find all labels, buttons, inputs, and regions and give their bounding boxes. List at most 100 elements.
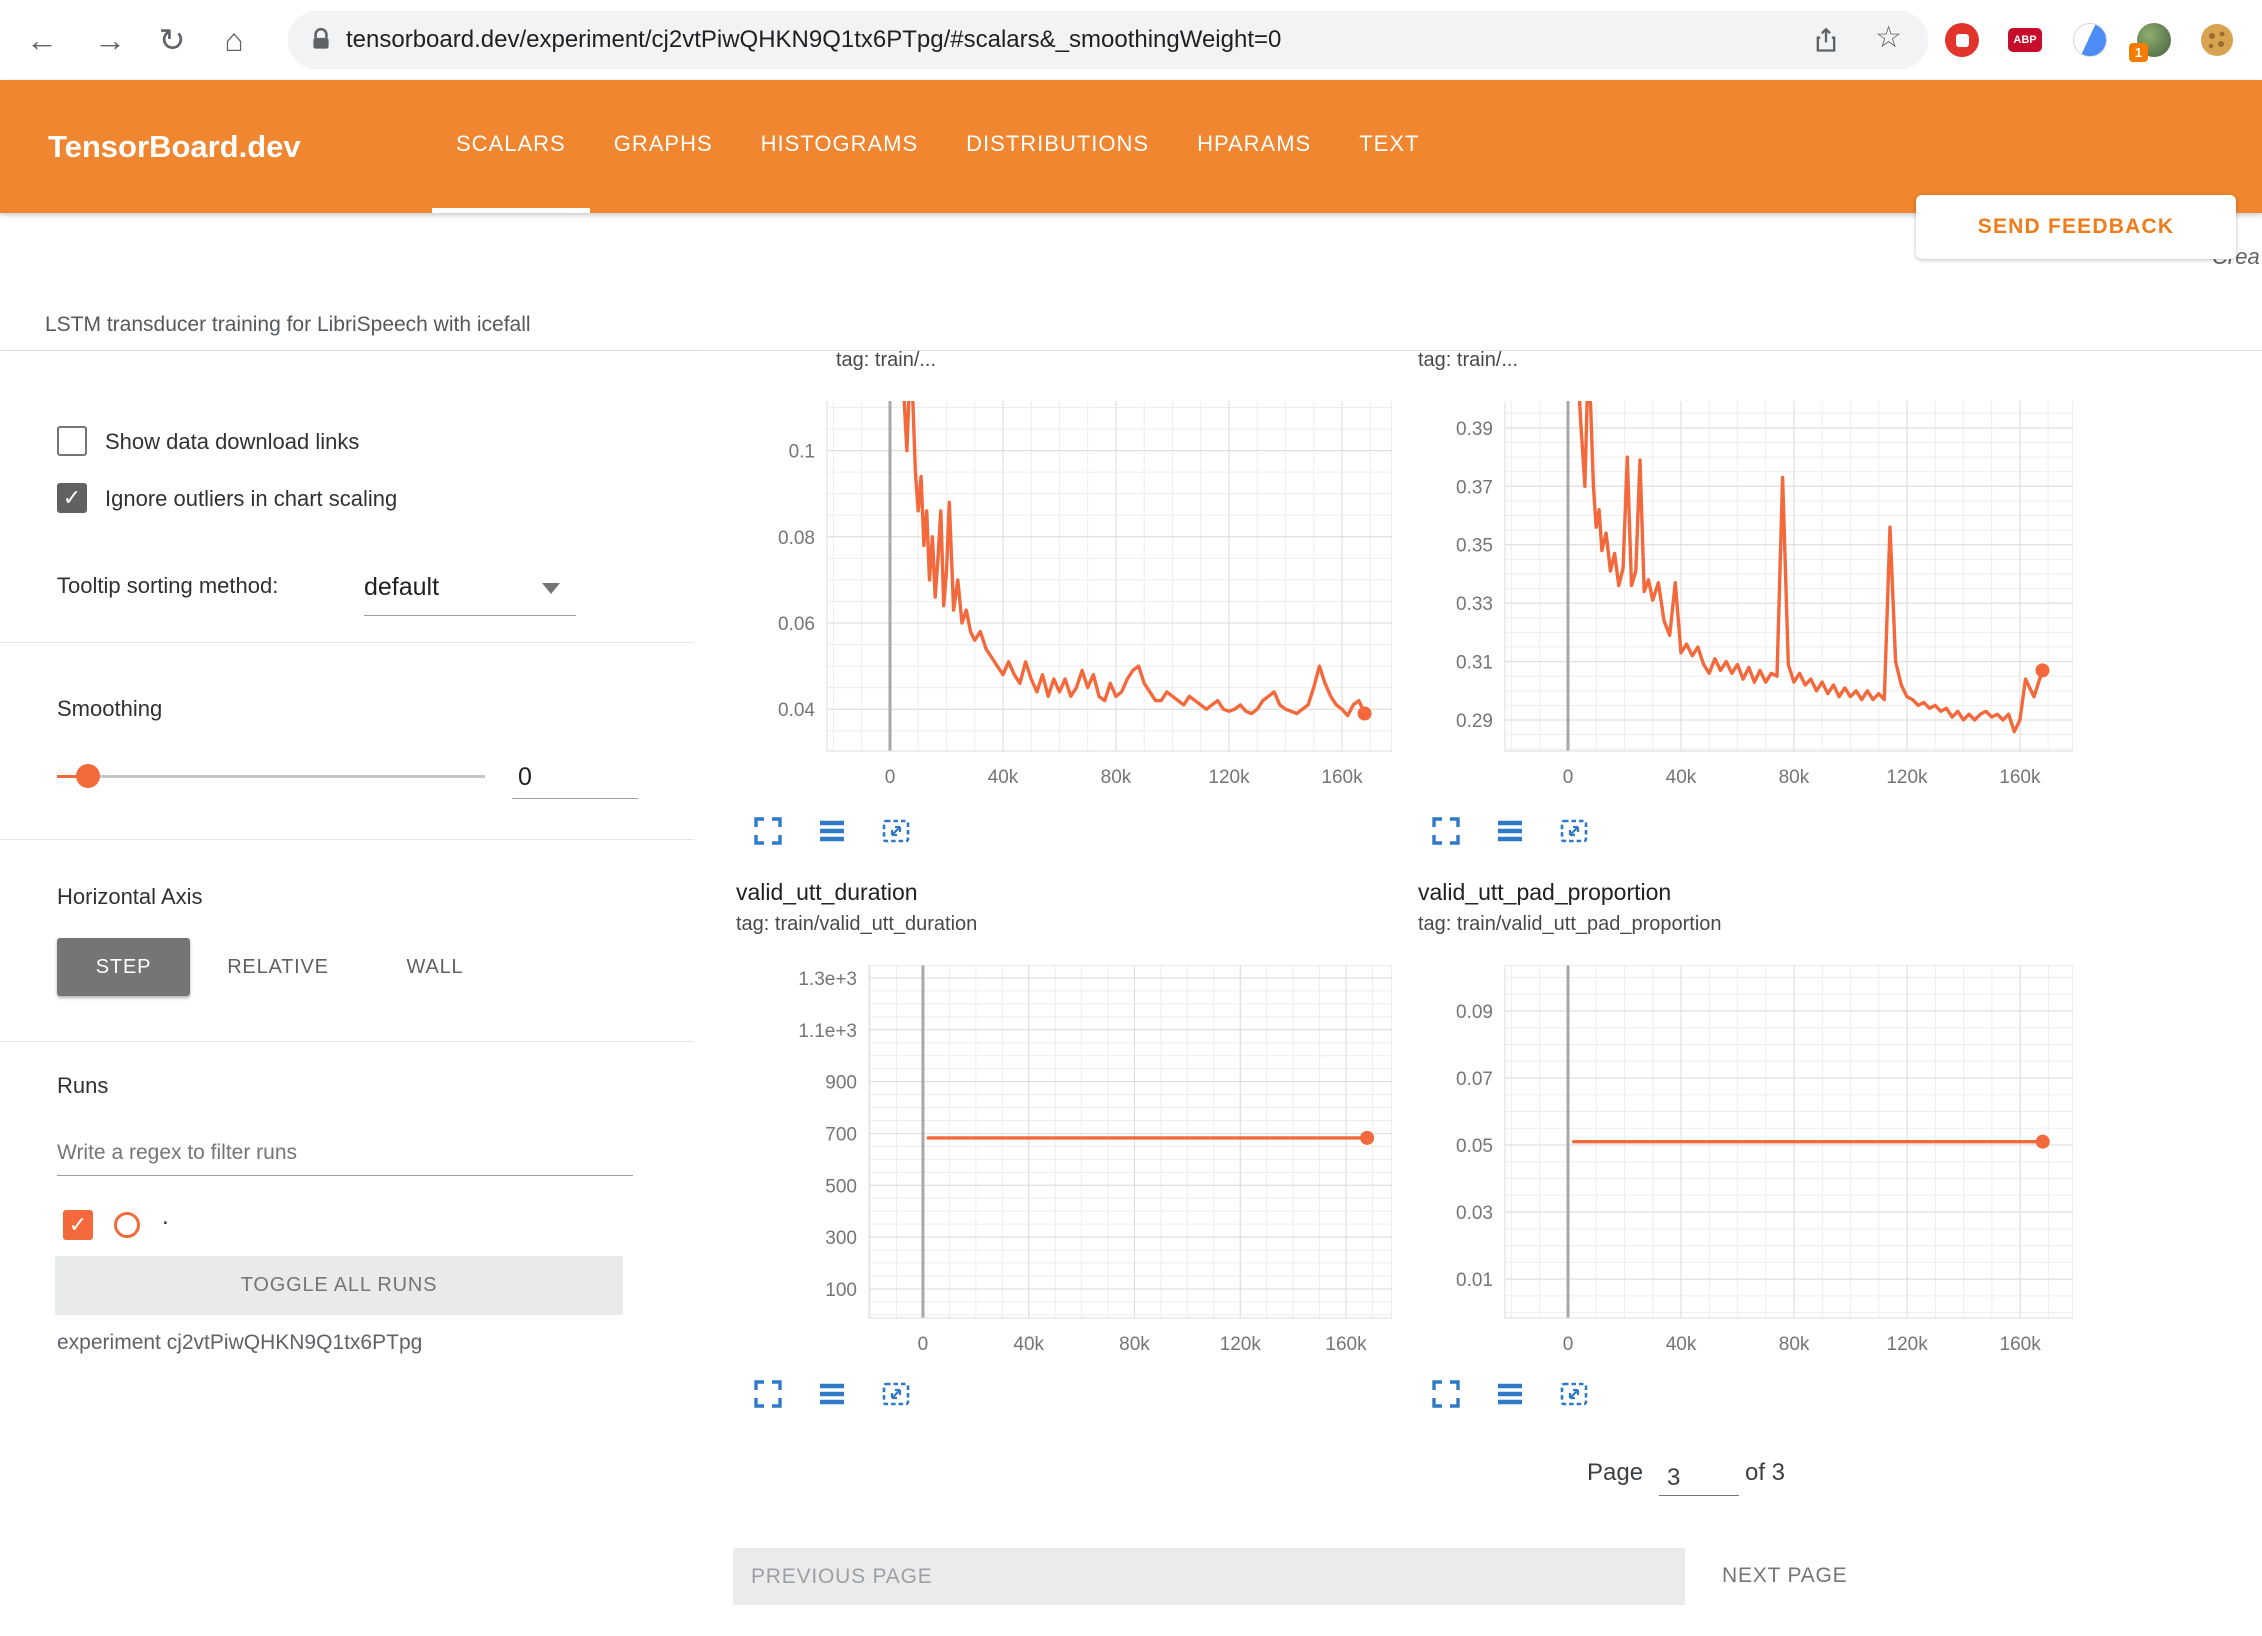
- home-icon[interactable]: ⌂: [208, 0, 260, 80]
- smoothing-slider[interactable]: [57, 775, 485, 778]
- smoothing-value-input[interactable]: [512, 756, 638, 799]
- reload-icon[interactable]: ↻: [146, 0, 198, 80]
- top-nav: SCALARS GRAPHS HISTOGRAMS DISTRIBUTIONS …: [432, 80, 1443, 213]
- tab-graphs[interactable]: GRAPHS: [590, 80, 737, 213]
- chart-toolbar: [1431, 1379, 1589, 1409]
- blue-extension-icon[interactable]: [2073, 23, 2107, 57]
- svg-text:120k: 120k: [1220, 1334, 1262, 1355]
- previous-page-button[interactable]: PREVIOUS PAGE: [733, 1548, 1685, 1605]
- expand-chart-icon[interactable]: [753, 1379, 783, 1409]
- runs-filter-input[interactable]: [57, 1131, 633, 1176]
- svg-text:40k: 40k: [1666, 1334, 1697, 1355]
- svg-text:0.05: 0.05: [1456, 1136, 1493, 1157]
- page-of-label: of 3: [1745, 1459, 1785, 1487]
- svg-text:0.09: 0.09: [1456, 1002, 1493, 1023]
- svg-text:0.29: 0.29: [1456, 711, 1493, 732]
- back-icon[interactable]: ←: [16, 0, 68, 80]
- svg-text:0.01: 0.01: [1456, 1270, 1493, 1291]
- tab-hparams[interactable]: HPARAMS: [1173, 80, 1335, 213]
- avatar[interactable]: 1: [2137, 23, 2171, 57]
- svg-text:700: 700: [825, 1124, 857, 1145]
- adblocker-extension-icon[interactable]: [1945, 23, 1979, 57]
- svg-text:80k: 80k: [1779, 1334, 1810, 1355]
- svg-text:900: 900: [825, 1073, 857, 1094]
- tab-distributions[interactable]: DISTRIBUTIONS: [942, 80, 1173, 213]
- runs-selector-icon[interactable]: [1495, 816, 1525, 846]
- wall-axis-button[interactable]: WALL: [380, 938, 490, 996]
- expand-chart-icon[interactable]: [753, 816, 783, 846]
- toggle-all-runs-button[interactable]: TOGGLE ALL RUNS: [55, 1256, 623, 1315]
- show-download-links-checkbox[interactable]: [57, 426, 87, 456]
- line-chart[interactable]: 040k80k120k160k0.040.060.080.1: [732, 401, 1392, 796]
- svg-text:40k: 40k: [1013, 1334, 1044, 1355]
- abp-extension-icon[interactable]: ABP: [2008, 28, 2042, 52]
- tab-scalars[interactable]: SCALARS: [432, 80, 590, 213]
- runs-selector-icon[interactable]: [817, 1379, 847, 1409]
- browser-chrome: ← → ↻ ⌂ tensorboard.dev/experiment/cj2vt…: [0, 0, 2262, 80]
- fit-domain-icon[interactable]: [881, 1379, 911, 1409]
- experiment-title: LSTM transducer training for LibriSpeech…: [45, 313, 531, 337]
- svg-text:0: 0: [1563, 1334, 1574, 1355]
- runs-selector-icon[interactable]: [1495, 1379, 1525, 1409]
- divider: [0, 642, 694, 643]
- charts-panel: tag: train/... 040k80k120k160k0.040.060.…: [694, 351, 2262, 1636]
- svg-text:160k: 160k: [1999, 767, 2041, 788]
- expand-chart-icon[interactable]: [1431, 1379, 1461, 1409]
- chart-toolbar: [753, 816, 911, 846]
- fit-domain-icon[interactable]: [1559, 1379, 1589, 1409]
- chart-toolbar: [1431, 816, 1589, 846]
- chart-tag: tag: train/valid_utt_pad_proportion: [1418, 913, 1722, 936]
- relative-axis-button[interactable]: RELATIVE: [205, 938, 351, 996]
- tab-histograms[interactable]: HISTOGRAMS: [737, 80, 943, 213]
- app-brand[interactable]: TensorBoard.dev: [48, 80, 301, 213]
- expand-chart-icon[interactable]: [1431, 816, 1461, 846]
- chevron-down-icon: [542, 583, 560, 594]
- svg-text:0: 0: [885, 767, 896, 788]
- svg-text:0.35: 0.35: [1456, 536, 1493, 557]
- runs-label: Runs: [57, 1073, 108, 1099]
- svg-text:0.37: 0.37: [1456, 477, 1493, 498]
- avatar-badge: 1: [2129, 43, 2148, 62]
- runs-selector-icon[interactable]: [817, 816, 847, 846]
- step-axis-button[interactable]: STEP: [57, 938, 190, 996]
- cookie-extension-icon[interactable]: [2200, 23, 2234, 57]
- line-chart[interactable]: 040k80k120k160k0.290.310.330.350.370.39: [1410, 401, 2073, 796]
- svg-text:0.03: 0.03: [1456, 1203, 1493, 1224]
- share-icon[interactable]: [1812, 26, 1840, 59]
- chart-title: valid_utt_duration: [736, 879, 918, 906]
- address-bar[interactable]: tensorboard.dev/experiment/cj2vtPiwQHKN9…: [288, 11, 1928, 69]
- line-chart[interactable]: 040k80k120k160k1003005007009001.1e+31.3e…: [774, 965, 1392, 1363]
- bookmark-star-icon[interactable]: ☆: [1875, 20, 1902, 55]
- svg-text:0.33: 0.33: [1456, 594, 1493, 615]
- run-checkbox[interactable]: [63, 1210, 93, 1240]
- line-chart[interactable]: 040k80k120k160k0.010.030.050.070.09: [1410, 965, 2073, 1363]
- svg-text:160k: 160k: [1325, 1334, 1367, 1355]
- svg-text:120k: 120k: [1886, 767, 1928, 788]
- chart-title: valid_utt_pad_proportion: [1418, 879, 1671, 906]
- svg-text:0.04: 0.04: [778, 700, 815, 721]
- tooltip-sorting-dropdown[interactable]: default: [364, 565, 576, 616]
- page-number-input[interactable]: [1659, 1461, 1739, 1496]
- fit-domain-icon[interactable]: [1559, 816, 1589, 846]
- fit-domain-icon[interactable]: [881, 816, 911, 846]
- chart-toolbar: [753, 1379, 911, 1409]
- divider: [0, 1041, 694, 1042]
- smoothing-slider-thumb[interactable]: [76, 764, 100, 788]
- forward-icon[interactable]: →: [84, 0, 136, 80]
- ignore-outliers-label: Ignore outliers in chart scaling: [105, 484, 397, 514]
- ignore-outliers-checkbox[interactable]: [57, 483, 87, 513]
- send-feedback-button[interactable]: SEND FEEDBACK: [1916, 195, 2236, 259]
- settings-sidebar: Show data download links Ignore outliers…: [0, 351, 695, 1636]
- svg-text:0.1: 0.1: [789, 442, 815, 463]
- next-page-button[interactable]: NEXT PAGE: [1716, 1556, 1853, 1596]
- horizontal-axis-label: Horizontal Axis: [57, 884, 203, 910]
- adblocker-glyph: [1956, 34, 1969, 47]
- svg-text:0.31: 0.31: [1456, 653, 1493, 674]
- svg-text:0.07: 0.07: [1456, 1069, 1493, 1090]
- tab-text[interactable]: TEXT: [1335, 80, 1443, 213]
- run-color-swatch[interactable]: [114, 1212, 140, 1238]
- svg-text:0: 0: [1563, 767, 1574, 788]
- run-name: .: [162, 1203, 169, 1231]
- svg-text:1.3e+3: 1.3e+3: [798, 969, 857, 990]
- url-text[interactable]: tensorboard.dev/experiment/cj2vtPiwQHKN9…: [346, 11, 1281, 69]
